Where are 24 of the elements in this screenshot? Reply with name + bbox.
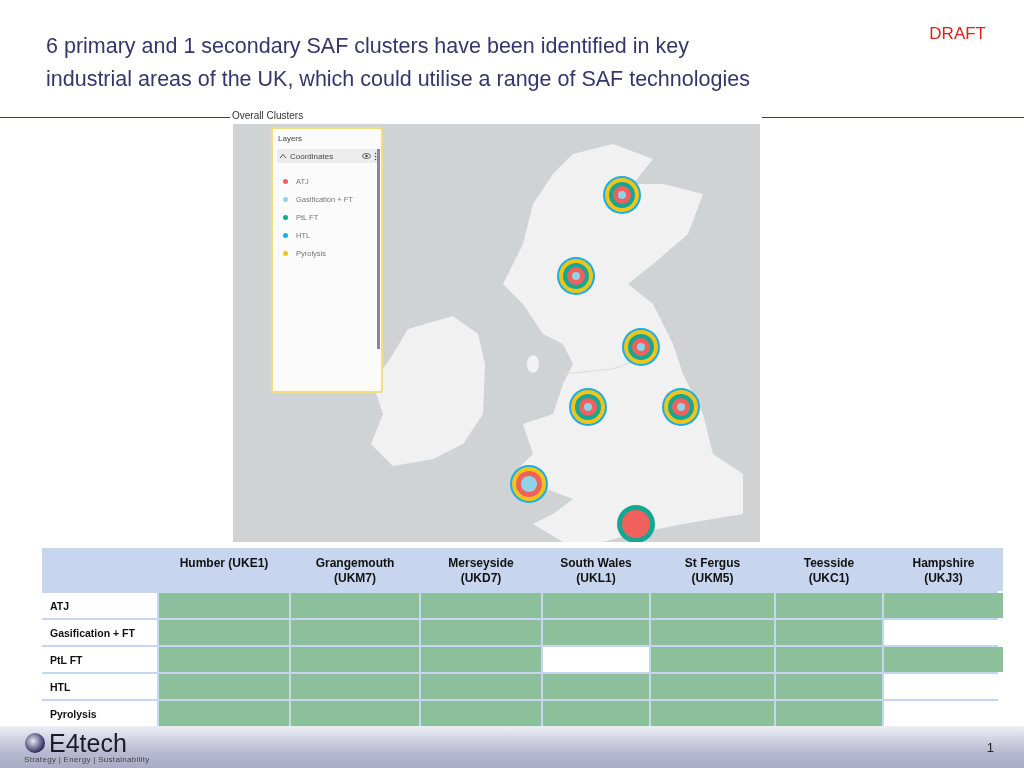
logo-tagline: Strategy | Energy | Sustainability (24, 754, 150, 764)
row-label: ATJ (42, 593, 157, 618)
logo-text: E4tech (49, 730, 127, 755)
row-label: PtL FT (42, 647, 157, 672)
caret-up-icon[interactable] (279, 153, 287, 159)
cluster-marker[interactable] (622, 328, 660, 366)
eye-icon[interactable] (362, 153, 371, 159)
slide-title: 6 primary and 1 secondary SAF clusters have been identified in key industrial areas of the UK, which could utilise a range of SAF technologies (46, 33, 751, 93)
cluster-marker[interactable] (510, 465, 548, 503)
layer-group-label: Coordinates (290, 151, 334, 161)
row-label: Pyrolysis (42, 701, 157, 726)
cluster-marker[interactable] (603, 176, 641, 214)
row-label: Gasification + FT (42, 620, 157, 645)
page-number: 1 (986, 739, 994, 755)
draft-label: DRAFT (929, 24, 986, 45)
more-icon[interactable] (374, 151, 377, 161)
cluster-marker[interactable] (557, 257, 595, 295)
map-caption: Overall Clusters (231, 110, 305, 122)
sphere-icon (24, 731, 46, 754)
cluster-marker[interactable] (617, 505, 655, 542)
cluster-marker[interactable] (662, 388, 700, 426)
row-label: HTL (42, 674, 157, 699)
panel-title: Layers (278, 134, 302, 143)
cluster-marker[interactable] (569, 388, 607, 426)
